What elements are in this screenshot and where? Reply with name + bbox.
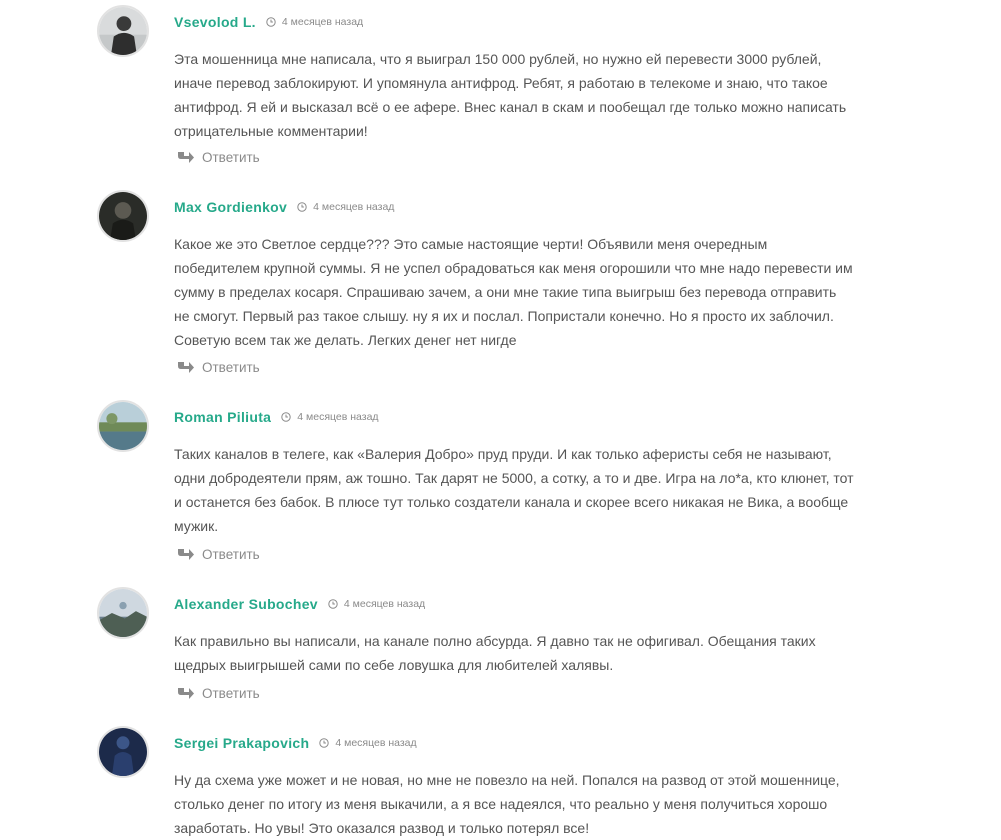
reply-button[interactable]: Ответить <box>177 358 260 376</box>
comment-text: Какое же это Светлое сердце??? Это самые… <box>174 236 853 348</box>
comment-time: 4 месяцев назад <box>297 411 379 423</box>
clock-icon <box>319 738 330 748</box>
reply-label: Ответить <box>202 359 260 375</box>
author-name[interactable]: Sergei Prakapovich <box>174 735 309 751</box>
comment-text: Таких каналов в телеге, как «Валерия Доб… <box>174 446 854 534</box>
reply-label: Ответить <box>202 546 260 562</box>
reply-arrow-icon <box>177 686 195 700</box>
comment-meta: Vsevolod L. 4 месяцев назад <box>174 10 363 34</box>
clock-icon <box>266 17 276 27</box>
comment-time: 4 месяцев назад <box>313 201 395 213</box>
comment-text: Эта мошенница мне написала, что я выигра… <box>174 51 847 139</box>
author-name[interactable]: Roman Piliuta <box>174 409 271 425</box>
comment-meta: Roman Piliuta 4 месяцев назад <box>174 405 379 429</box>
comment-meta: Alexander Subochev 4 месяцев назад <box>174 592 425 616</box>
reply-button[interactable]: Ответить <box>177 545 260 563</box>
comment-time: 4 месяцев назад <box>281 16 364 28</box>
clock-icon <box>297 202 307 212</box>
author-name[interactable]: Vsevolod L. <box>174 14 256 30</box>
author-name[interactable]: Max Gordienkov <box>174 199 287 215</box>
comment-meta: Sergei Prakapovich 4 месяцев назад <box>174 731 417 755</box>
comment-text: Как правильно вы написали, на канале пол… <box>174 633 816 673</box>
comment-time: 4 месяцев назад <box>343 598 426 610</box>
reply-arrow-icon <box>177 150 195 164</box>
reply-arrow-icon <box>177 360 195 374</box>
avatar[interactable] <box>97 400 149 452</box>
reply-button[interactable]: Ответить <box>177 684 260 702</box>
reply-label: Ответить <box>202 149 260 165</box>
comment-time: 4 месяцев назад <box>335 737 417 749</box>
clock-icon <box>281 412 291 422</box>
clock-icon <box>328 599 338 609</box>
reply-button[interactable]: Ответить <box>177 148 260 166</box>
comment-meta: Max Gordienkov 4 месяцев назад <box>174 195 394 219</box>
comment-text: Ну да схема уже может и не новая, но мне… <box>174 772 840 836</box>
avatar[interactable] <box>97 587 149 639</box>
avatar[interactable] <box>97 726 149 778</box>
avatar[interactable] <box>97 190 149 242</box>
reply-label: Ответить <box>202 685 260 701</box>
author-name[interactable]: Alexander Subochev <box>174 596 318 612</box>
avatar[interactable] <box>97 5 149 57</box>
reply-arrow-icon <box>177 547 195 561</box>
